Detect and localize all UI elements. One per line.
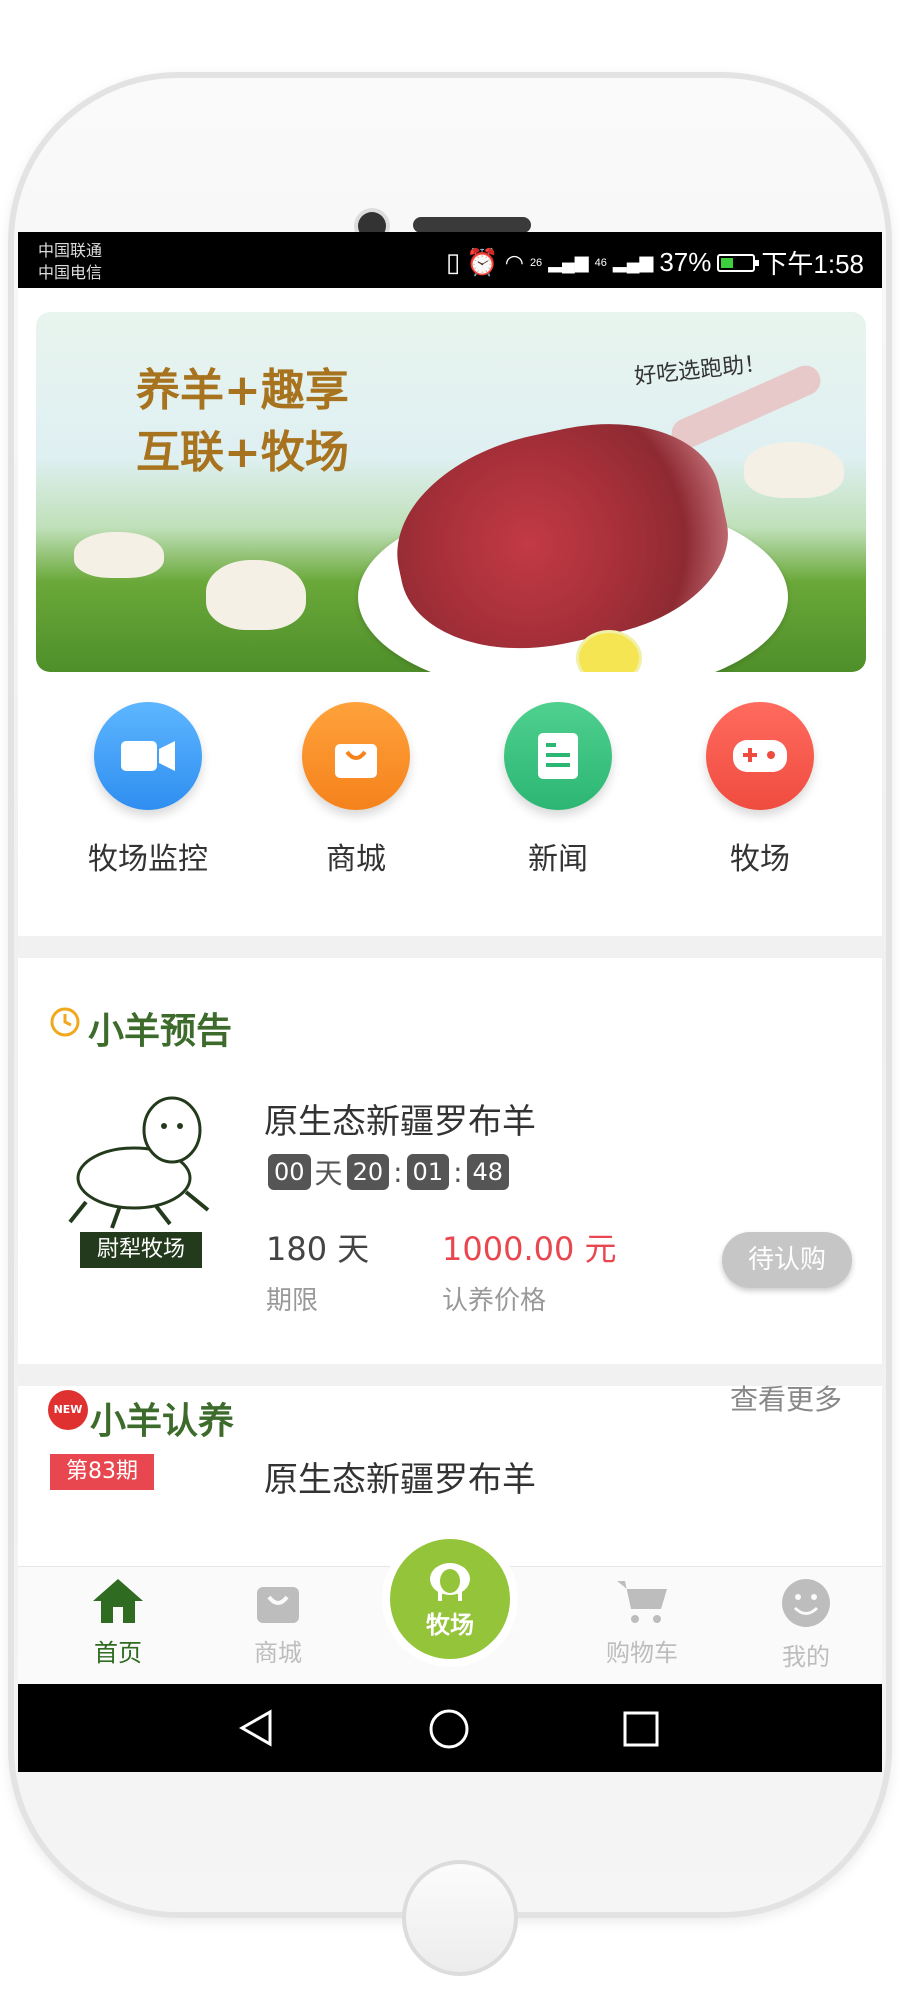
ranch-logo: 尉犁牧场 xyxy=(60,1082,220,1268)
period-value: 180 天 xyxy=(266,1230,370,1268)
quick-item-label: 牧场 xyxy=(730,842,790,877)
quick-access-row: 牧场监控 商城 新闻 牧场 xyxy=(18,702,882,882)
system-navigation-bar xyxy=(18,1684,882,1772)
pending-purchase-button[interactable]: 待认购 xyxy=(722,1232,852,1288)
quick-item-mall[interactable]: 商城 xyxy=(276,702,436,878)
tab-label: 购物车 xyxy=(606,1639,678,1667)
countdown-separator: : xyxy=(393,1155,403,1189)
promo-banner[interactable]: 养羊+趣享 互联+牧场 好吃选跑助！ xyxy=(36,312,866,672)
countdown-separator: : xyxy=(453,1155,463,1189)
banner-headline-1: 养羊+趣享 xyxy=(136,365,349,416)
tab-cart[interactable]: 购物车 xyxy=(582,1577,702,1668)
battery-percent: 37% xyxy=(659,247,712,277)
home-circle-icon[interactable] xyxy=(428,1708,470,1750)
quick-item-ranch[interactable]: 牧场 xyxy=(680,702,840,878)
bottom-tab-bar: 首页 商城 牧场 购物车 我的 xyxy=(18,1539,882,1687)
period-label: 期限 xyxy=(266,1286,319,1316)
quick-item-news[interactable]: 新闻 xyxy=(478,702,638,878)
tab-mall[interactable]: 商城 xyxy=(218,1577,338,1668)
status-right: ▯ ⏰ ◠ 26 ▂▄▆ 46 ▂▄▆ 37% 下午1:58 xyxy=(446,244,864,281)
alarm-icon: ⏰ xyxy=(466,247,499,277)
price-value: 1000.00 元 xyxy=(442,1230,617,1268)
wifi-icon: ◠ xyxy=(504,249,524,275)
quick-item-label: 商城 xyxy=(326,842,386,877)
alarm-clock-icon xyxy=(50,1007,80,1037)
recents-square-icon[interactable] xyxy=(622,1710,660,1748)
period-badge: 第83期 xyxy=(50,1454,154,1490)
clock: 下午1:58 xyxy=(761,249,864,279)
vibrate-icon: ▯ xyxy=(446,247,461,277)
earpiece-speaker xyxy=(413,217,531,233)
banner-sheep-1 xyxy=(74,532,164,578)
banner-headline-2: 互联+牧场 xyxy=(136,427,349,478)
smiley-face-icon xyxy=(782,1579,830,1627)
ranch-logo-label: 尉犁牧场 xyxy=(80,1232,202,1268)
see-more-link[interactable]: 查看更多 xyxy=(730,1378,842,1418)
carrier-label-1: 中国联通 xyxy=(38,243,103,260)
home-icon xyxy=(93,1579,143,1623)
adopt-section-title: 小羊认养 xyxy=(90,1400,235,1442)
tab-profile[interactable]: 我的 xyxy=(746,1577,866,1672)
product-name[interactable]: 原生态新疆罗布羊 xyxy=(264,1094,536,1143)
new-badge-icon: NEW xyxy=(48,1390,88,1430)
screen: 中国联通 中国电信 ▯ ⏰ ◠ 26 ▂▄▆ 46 ▂▄▆ 37% 下午1:58… xyxy=(18,232,882,1772)
video-camera-icon xyxy=(94,702,202,810)
countdown-minutes: 01 xyxy=(406,1154,450,1190)
gamepad-icon xyxy=(706,702,814,810)
countdown-hours: 20 xyxy=(346,1154,390,1190)
tab-label: 我的 xyxy=(782,1643,830,1671)
tab-ranch[interactable]: 牧场 xyxy=(390,1539,510,1659)
shopping-cart-icon xyxy=(617,1581,667,1623)
carrier-label-2: 中国电信 xyxy=(38,265,103,282)
signal-icon-1: ▂▄▆ xyxy=(548,252,589,272)
signal-icon-2: ▂▄▆ xyxy=(612,252,654,272)
sheep-icon xyxy=(430,1562,470,1601)
status-bar: 中国联通 中国电信 ▯ ⏰ ◠ 26 ▂▄▆ 46 ▂▄▆ 37% 下午1:58 xyxy=(18,232,882,288)
network-type-2: 46 xyxy=(594,256,607,269)
network-type-1: 26 xyxy=(529,256,543,269)
quick-item-monitor[interactable]: 牧场监控 xyxy=(68,702,228,878)
countdown-days: 00 xyxy=(268,1154,311,1190)
price-label: 认养价格 xyxy=(442,1286,547,1316)
sheep-logo-icon xyxy=(68,1096,210,1229)
tab-label: 首页 xyxy=(94,1639,142,1667)
shopping-bag-icon xyxy=(302,702,410,810)
shopping-bag-icon xyxy=(257,1587,299,1623)
product-name-2[interactable]: 原生态新疆罗布羊 xyxy=(264,1452,536,1501)
banner-sheep-3 xyxy=(744,442,844,498)
quick-item-label: 新闻 xyxy=(528,842,588,877)
banner-sheep-2 xyxy=(206,560,306,630)
countdown-seconds: 48 xyxy=(466,1154,510,1190)
countdown-timer: 00 天 20 : 01 : 48 xyxy=(268,1152,510,1192)
quick-item-label: 牧场监控 xyxy=(88,842,208,877)
back-icon[interactable] xyxy=(238,1708,274,1748)
tab-home[interactable]: 首页 xyxy=(58,1577,178,1668)
tab-label: 牧场 xyxy=(426,1610,474,1639)
countdown-day-unit: 天 xyxy=(314,1157,343,1190)
banner-tagline: 好吃选跑助！ xyxy=(633,351,768,390)
section-divider xyxy=(18,936,882,958)
preview-section-title: 小羊预告 xyxy=(88,1010,233,1052)
tab-label: 商城 xyxy=(254,1639,302,1667)
news-document-icon xyxy=(504,702,612,810)
home-button[interactable] xyxy=(402,1860,518,1976)
battery-icon xyxy=(717,253,760,272)
